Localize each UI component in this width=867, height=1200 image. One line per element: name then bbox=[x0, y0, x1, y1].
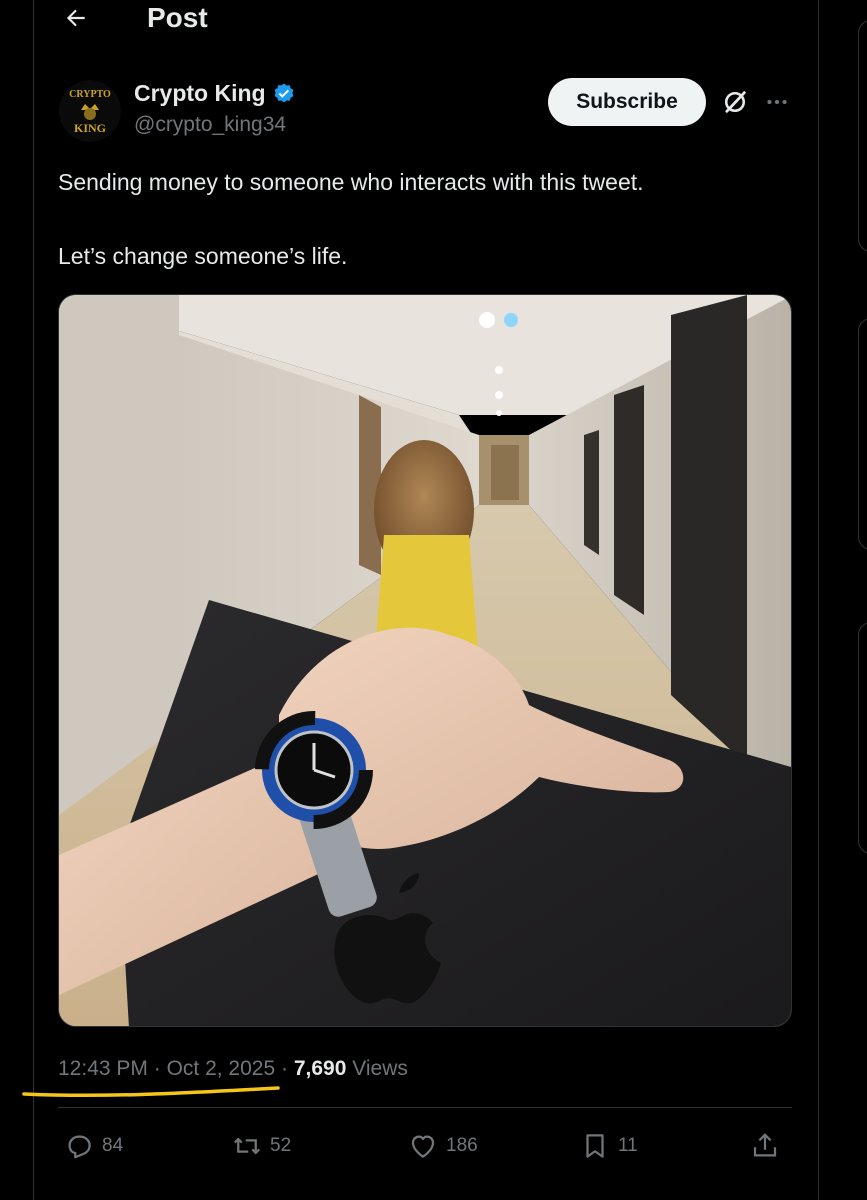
page-title: Post bbox=[147, 2, 208, 33]
grok-icon bbox=[724, 91, 746, 113]
bookmark-count: 11 bbox=[618, 1135, 638, 1156]
repost-button[interactable]: 52 bbox=[232, 1124, 291, 1168]
subscribe-button[interactable]: Subscribe bbox=[548, 78, 706, 126]
bookmark-icon bbox=[586, 1134, 604, 1158]
side-panel-edge bbox=[858, 20, 867, 252]
repost-icon bbox=[233, 1137, 261, 1155]
avatar-text-bottom: KING bbox=[74, 121, 106, 135]
grok-button[interactable] bbox=[719, 86, 751, 118]
engagement-bar: 84 52 186 11 bbox=[58, 1124, 792, 1168]
author-handle[interactable]: @crypto_king34 bbox=[134, 113, 286, 137]
reply-icon bbox=[68, 1135, 91, 1159]
reply-button[interactable]: 84 bbox=[64, 1124, 123, 1168]
back-button[interactable] bbox=[60, 0, 92, 36]
views-count: 7,690 bbox=[293, 1057, 347, 1080]
heart-icon bbox=[411, 1135, 435, 1158]
meta-separator: · bbox=[153, 1057, 161, 1080]
yellow-underline-annotation bbox=[22, 1086, 280, 1098]
like-count: 186 bbox=[446, 1135, 478, 1156]
meta-separator: · bbox=[281, 1057, 288, 1080]
author-name-row: Crypto King bbox=[134, 80, 296, 107]
author-name[interactable]: Crypto King bbox=[134, 80, 266, 107]
verified-badge-icon bbox=[274, 83, 294, 102]
tweet-photo[interactable] bbox=[58, 294, 792, 1027]
arrow-left-icon bbox=[66, 9, 85, 27]
views-label: Views bbox=[352, 1057, 408, 1080]
more-horizontal-icon bbox=[767, 99, 787, 105]
tweet-date[interactable]: Oct 2, 2025 bbox=[167, 1057, 276, 1080]
reply-count: 84 bbox=[102, 1135, 124, 1156]
repost-count: 52 bbox=[270, 1135, 292, 1156]
like-button[interactable]: 186 bbox=[408, 1124, 478, 1168]
tweet-time[interactable]: 12:43 PM bbox=[58, 1057, 148, 1080]
side-panel-edge bbox=[858, 318, 867, 550]
top-header: Post bbox=[34, 0, 818, 40]
column-border-left bbox=[33, 0, 34, 1200]
divider bbox=[58, 1107, 792, 1108]
column-border-right bbox=[818, 0, 819, 1200]
tweet-paragraph: Sending money to someone who interacts w… bbox=[58, 169, 644, 195]
bookmark-button[interactable]: 11 bbox=[580, 1124, 638, 1168]
avatar[interactable]: CRYPTO KING bbox=[59, 80, 121, 142]
share-button[interactable] bbox=[750, 1124, 780, 1168]
tweet-paragraph: Let’s change someone’s life. bbox=[58, 243, 348, 269]
side-panel-edge bbox=[858, 622, 867, 854]
more-options-button[interactable] bbox=[761, 86, 793, 118]
avatar-text-top: CRYPTO bbox=[69, 89, 111, 100]
share-icon bbox=[753, 1133, 777, 1157]
tweet-text: Sending money to someone who interacts w… bbox=[58, 165, 798, 273]
